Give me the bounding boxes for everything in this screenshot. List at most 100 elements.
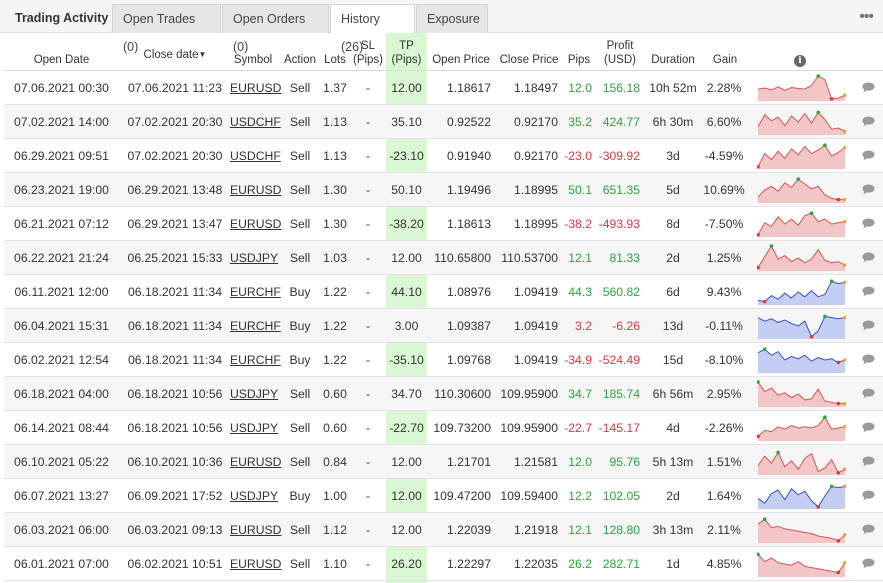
cell-sl: -: [365, 285, 371, 299]
cell-open-price: 0.91940: [446, 149, 491, 163]
gain-sparkline: [757, 314, 846, 339]
sparkline-min-marker: [816, 505, 820, 509]
comment-icon[interactable]: [862, 422, 875, 433]
cell-open-price: 1.19496: [446, 183, 491, 197]
cell-profit: -524.49: [598, 353, 640, 367]
tab-exposure[interactable]: Exposure: [416, 4, 488, 33]
symbol-link[interactable]: EURCHF: [230, 309, 281, 343]
comment-icon[interactable]: [862, 82, 875, 93]
header-action[interactable]: Action: [280, 33, 320, 71]
header-open-price[interactable]: Open Price: [429, 33, 493, 71]
symbol-link[interactable]: USDCHF: [230, 139, 281, 173]
cell-tp: 12.00: [391, 523, 422, 537]
tab-open-trades[interactable]: Open Trades (0): [112, 4, 221, 54]
header-pips[interactable]: Pips: [564, 33, 594, 71]
cell-open-price: 1.18613: [446, 217, 491, 231]
cell-sl: -: [365, 455, 371, 469]
comment-icon[interactable]: [862, 354, 875, 365]
comment-icon[interactable]: [862, 286, 875, 297]
sparkline-area: [758, 316, 845, 339]
symbol-link[interactable]: EURUSD: [230, 71, 281, 105]
comment-icon[interactable]: [862, 218, 875, 229]
comment-icon[interactable]: [862, 252, 875, 263]
cell-duration: 4d: [666, 421, 680, 435]
cell-duration: 5d: [666, 183, 680, 197]
cell-tp: 35.10: [391, 115, 422, 129]
table-row: 07.06.2021 00:30 07.06.2021 11:23 EURUSD Se…: [4, 71, 883, 105]
header-symbol[interactable]: Symbol: [230, 33, 276, 71]
cell-close-price: 1.22035: [513, 557, 558, 571]
sparkline-area: [758, 145, 845, 169]
cell-lots: 0.84: [323, 455, 347, 469]
cell-action: Sell: [289, 387, 311, 401]
cell-pips: 12.1: [568, 251, 592, 265]
header-profit[interactable]: Profit (USD): [600, 33, 640, 71]
symbol-link[interactable]: EURCHF: [230, 343, 281, 377]
gain-sparkline: [757, 244, 846, 271]
cell-sl: -: [365, 387, 371, 401]
cell-gain: 6.60%: [706, 115, 742, 129]
header-duration[interactable]: Duration: [644, 33, 702, 71]
header-open-date[interactable]: Open Date: [4, 33, 119, 71]
comment-icon[interactable]: [862, 116, 875, 127]
table-row: 06.14.2021 08:44 06.18.2021 10:56 USDJPY Se…: [4, 411, 883, 445]
cell-gain: 10.69%: [703, 183, 745, 197]
tab-history[interactable]: History (26): [330, 4, 415, 54]
cell-close-price: 109.59400: [500, 489, 558, 503]
symbol-link[interactable]: USDCHF: [230, 105, 281, 139]
symbol-link[interactable]: USDJPY: [230, 377, 278, 411]
gain-sparkline: [757, 74, 846, 101]
header-tp[interactable]: TP (Pips): [386, 33, 427, 71]
symbol-link[interactable]: USDJPY: [230, 241, 278, 275]
header-gain[interactable]: Gain: [704, 33, 746, 71]
sparkline-max-marker: [829, 279, 834, 283]
symbol-link[interactable]: USDJPY: [230, 479, 278, 513]
cell-gain: 2.95%: [706, 387, 742, 401]
gain-sparkline: [757, 415, 846, 441]
cell-open-date: 06.02.2021 12:54: [14, 353, 109, 367]
symbol-link[interactable]: EURUSD: [230, 445, 281, 479]
sparkline-area: [758, 349, 845, 373]
sparkline-min-marker: [829, 97, 834, 101]
symbol-link[interactable]: EURUSD: [230, 547, 281, 581]
sparkline-max-marker: [809, 211, 814, 215]
cell-close-date: 06.18.2021 11:34: [128, 319, 222, 333]
more-dots-icon[interactable]: •••: [859, 8, 874, 26]
header-close-date[interactable]: Close date▼: [119, 33, 231, 71]
cell-open-price: 1.22297: [446, 557, 491, 571]
cell-tp: -38.20: [389, 217, 424, 231]
cell-close-date: 06.18.2021 11:34: [128, 285, 222, 299]
cell-open-price: 1.09387: [446, 319, 491, 333]
comment-icon[interactable]: [862, 150, 875, 161]
symbol-link[interactable]: USDJPY: [230, 411, 278, 445]
info-icon[interactable]: i: [794, 55, 806, 67]
comment-icon[interactable]: [862, 558, 875, 569]
symbol-link[interactable]: EURUSD: [230, 207, 281, 241]
comment-icon[interactable]: [862, 320, 875, 331]
header-sl[interactable]: SL (Pips): [350, 33, 386, 71]
cell-action: Buy: [289, 353, 311, 367]
sparkline-max-marker: [823, 143, 827, 147]
header-lots[interactable]: Lots: [320, 33, 350, 71]
cell-gain: 2.11%: [707, 523, 741, 537]
sparkline-max-marker: [816, 74, 820, 78]
comment-icon[interactable]: [862, 456, 875, 467]
comment-icon[interactable]: [862, 184, 875, 195]
cell-sl: -: [365, 183, 371, 197]
sparkline-max-marker: [776, 450, 780, 455]
symbol-link[interactable]: EURCHF: [230, 275, 281, 309]
tab-open-orders[interactable]: Open Orders (0): [222, 4, 329, 54]
comment-icon[interactable]: [862, 524, 875, 535]
symbol-link[interactable]: EURUSD: [230, 173, 281, 207]
comment-icon[interactable]: [862, 388, 875, 399]
cell-pips: 44.3: [568, 285, 592, 299]
cell-sl: -: [365, 319, 371, 333]
cell-gain: -8.10%: [704, 353, 744, 367]
symbol-link[interactable]: EURUSD: [230, 513, 281, 547]
cell-profit: 102.05: [602, 489, 640, 503]
cell-open-date: 06.07.2021 13:27: [14, 489, 109, 503]
comment-icon[interactable]: [862, 490, 875, 501]
cell-profit: -6.26: [612, 319, 640, 333]
cell-profit: 424.77: [602, 115, 640, 129]
header-close-price[interactable]: Close Price: [496, 33, 562, 71]
